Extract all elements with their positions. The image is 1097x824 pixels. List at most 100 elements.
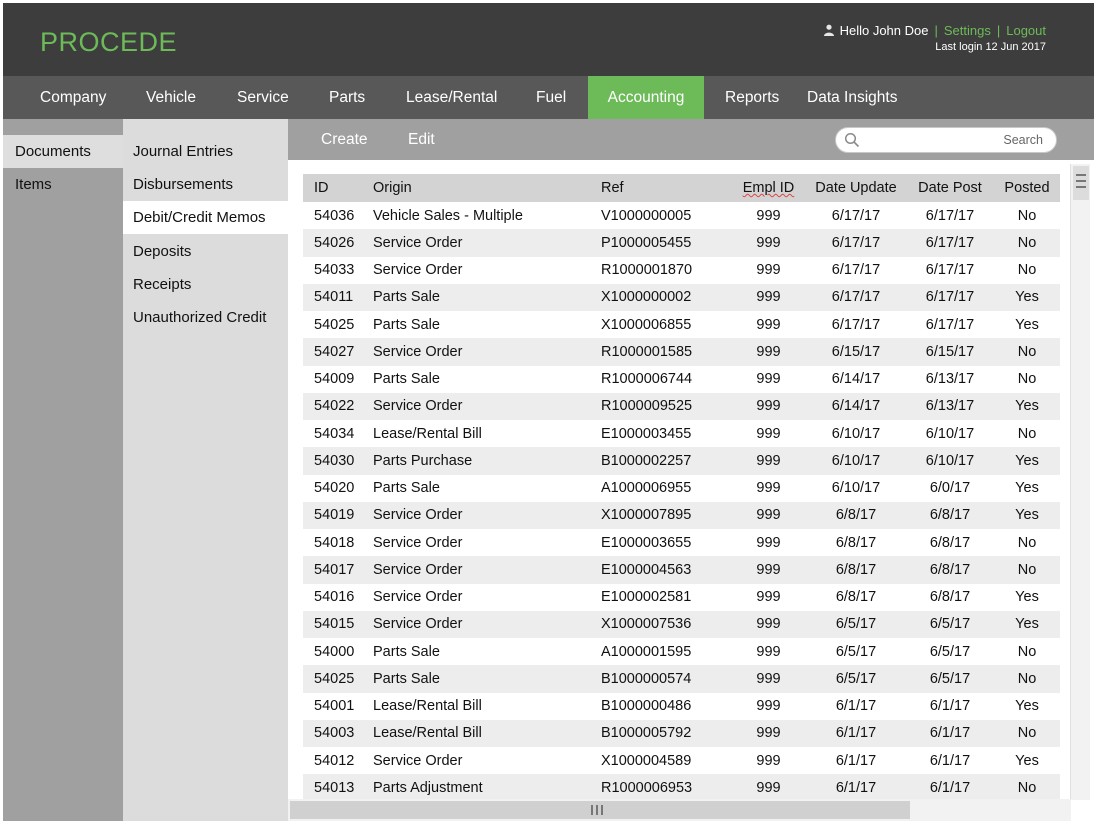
cell-posted: Yes [1015, 316, 1039, 333]
column-header-empl-id[interactable]: Empl ID [731, 174, 806, 202]
cell-ref: E1000002581 [601, 589, 692, 606]
table-row[interactable]: 54011 Parts Sale X1000000002 999 6/17/17 6/17… [303, 283, 1060, 311]
cell-id: 54036 [314, 207, 355, 224]
cell-date-post: 6/17/17 [925, 316, 975, 333]
vertical-scroll-thumb[interactable] [1073, 166, 1089, 200]
table-row[interactable]: 54025 Parts Sale X1000006855 999 6/17/17 6/17… [303, 311, 1060, 338]
logout-link[interactable]: Logout [1006, 23, 1046, 38]
horizontal-scroll-thumb[interactable] [290, 801, 910, 819]
table-row[interactable]: 54015 Service Order X1000007536 999 6/5/17 6/… [303, 610, 1060, 638]
cell-date-update: 6/17/17 [831, 262, 881, 279]
nav-item-reports[interactable]: Reports [725, 76, 779, 119]
cell-posted: Yes [1015, 480, 1039, 497]
cell-id: 54025 [303, 665, 373, 693]
nav-item-service[interactable]: Service [237, 76, 289, 119]
nav-item-lease-rental[interactable]: Lease/Rental [406, 76, 497, 119]
table-row[interactable]: 54019 Service Order X1000007895 999 6/8/17 6/… [303, 501, 1060, 529]
cell-origin: Service Order [373, 589, 463, 606]
table-row[interactable]: 54022 Service Order R1000009525 999 6/14/17 6… [303, 392, 1060, 420]
cell-date-update: 6/8/17 [806, 501, 906, 529]
cell-date-post: 6/5/17 [906, 610, 994, 638]
nav-item-accounting[interactable]: Accounting [588, 76, 704, 119]
table-row[interactable]: 54036 Vehicle Sales - Multiple V1000000005… [303, 202, 1060, 229]
cell-ref: X1000004589 [601, 752, 692, 769]
grip-lines-icon [1076, 180, 1086, 182]
cell-id: 54017 [303, 556, 373, 584]
column-header-ref[interactable]: Ref [601, 174, 731, 202]
table-row[interactable]: 54018 Service Order E1000003655 999 6/8/17 6/… [303, 529, 1060, 556]
nav-item-vehicle[interactable]: Vehicle [146, 76, 196, 119]
cell-ref: V1000000005 [601, 207, 692, 224]
separator: | [996, 23, 1001, 38]
search-input[interactable] [864, 130, 1004, 150]
user-greeting: Hello John Doe [839, 23, 929, 38]
cell-id: 54001 [314, 698, 355, 715]
create-button[interactable]: Create [321, 119, 368, 160]
column-header-origin[interactable]: Origin [373, 174, 601, 202]
table-row[interactable]: 54000 Parts Sale A1000001595 999 6/5/17 6/5/1… [303, 638, 1060, 665]
horizontal-scrollbar[interactable] [288, 799, 1071, 821]
table-row[interactable]: 54026 Service Order P1000005455 999 6/17/17 6… [303, 229, 1060, 257]
table-row[interactable]: 54034 Lease/Rental Bill E1000003455 999 6/10… [303, 420, 1060, 447]
cell-ref: R1000006744 [601, 371, 693, 388]
table-row[interactable]: 54017 Service Order E1000004563 999 6/8/17 6/… [303, 556, 1060, 584]
submenu-item-debit-credit-memos[interactable]: Debit/Credit Memos [123, 201, 288, 234]
memos-table: ID Origin Ref Empl ID Date Update Date P… [303, 174, 1060, 802]
table-row[interactable]: 54016 Service Order E1000002581 999 6/8/17 6/… [303, 584, 1060, 611]
search-box[interactable]: Search [835, 127, 1057, 153]
column-header-posted[interactable]: Posted [994, 174, 1060, 202]
cell-posted: No [1017, 643, 1037, 660]
cell-date-post: 6/8/17 [929, 534, 971, 551]
cell-origin: Service Order [373, 338, 601, 366]
submenu-item-receipts[interactable]: Receipts [123, 268, 288, 301]
cell-empl-id: 999 [756, 262, 781, 279]
nav-item-data-insights[interactable]: Data Insights [807, 76, 897, 119]
nav-item-fuel[interactable]: Fuel [536, 76, 566, 119]
submenu-item-journal-entries[interactable]: Journal Entries [123, 135, 288, 168]
cell-ref: A1000006955 [601, 480, 692, 497]
table-row[interactable]: 54033 Service Order R1000001870 999 6/17/17 6… [303, 257, 1060, 284]
cell-ref: X1000000002 [601, 283, 731, 311]
separator: | [934, 23, 938, 38]
table-row[interactable]: 54003 Lease/Rental Bill B1000005792 999 6/1/… [303, 719, 1060, 747]
nav-item-company[interactable]: Company [40, 76, 106, 119]
cell-origin: Parts Sale [373, 480, 440, 497]
cell-posted: No [1017, 207, 1037, 224]
cell-empl-id: 999 [731, 501, 806, 529]
settings-link[interactable]: Settings [944, 23, 991, 38]
table-row[interactable]: 54025 Parts Sale B1000000574 999 6/5/17 6/5/1… [303, 665, 1060, 693]
cell-ref: A1000001595 [601, 643, 692, 660]
cell-empl-id: 999 [756, 698, 781, 715]
column-header-id[interactable]: ID [303, 174, 373, 202]
cell-id: 54003 [303, 719, 373, 747]
table-row[interactable]: 54020 Parts Sale A1000006955 999 6/10/17 6/0/… [303, 475, 1060, 502]
table-row[interactable]: 54027 Service Order R1000001585 999 6/15/17 6… [303, 338, 1060, 366]
sidebar-item-documents[interactable]: Documents [3, 135, 123, 168]
submenu-item-deposits[interactable]: Deposits [123, 235, 288, 268]
cell-origin: Service Order [373, 229, 601, 257]
app-header: PROCEDE Hello John Doe | Settings | Logo… [3, 3, 1094, 76]
nav-item-parts[interactable]: Parts [329, 76, 365, 119]
cell-posted: No [994, 229, 1060, 257]
table-row[interactable]: 54013 Parts Adjustment R1000006953 999 6/1/1… [303, 774, 1060, 802]
cell-date-post: 6/13/17 [906, 392, 994, 420]
cell-date-post: 6/15/17 [906, 338, 994, 366]
column-header-date-post[interactable]: Date Post [906, 174, 994, 202]
submenu-item-unauthorized-credit[interactable]: Unauthorized Credit [123, 301, 288, 334]
cell-empl-id: 999 [731, 556, 806, 584]
cell-posted: Yes [994, 447, 1060, 475]
table-row[interactable]: 54009 Parts Sale R1000006744 999 6/14/17 6/13… [303, 366, 1060, 393]
table-row[interactable]: 54012 Service Order X1000004589 999 6/1/17 6/… [303, 747, 1060, 774]
submenu-item-disbursements[interactable]: Disbursements [123, 168, 288, 201]
vertical-scrollbar[interactable] [1070, 164, 1090, 800]
edit-button[interactable]: Edit [408, 119, 435, 160]
cell-ref: B1000002257 [601, 447, 731, 475]
table-row[interactable]: 54001 Lease/Rental Bill B1000000486 999 6/1/… [303, 693, 1060, 720]
cell-empl-id: 999 [756, 752, 781, 769]
app-window: PROCEDE Hello John Doe | Settings | Logo… [3, 3, 1094, 821]
table-row[interactable]: 54030 Parts Purchase B1000002257 999 6/10/17… [303, 447, 1060, 475]
cell-ref: R1000006953 [601, 774, 731, 802]
column-header-date-update[interactable]: Date Update [806, 174, 906, 202]
sidebar-item-items[interactable]: Items [3, 168, 123, 201]
cell-id: 54015 [303, 610, 373, 638]
